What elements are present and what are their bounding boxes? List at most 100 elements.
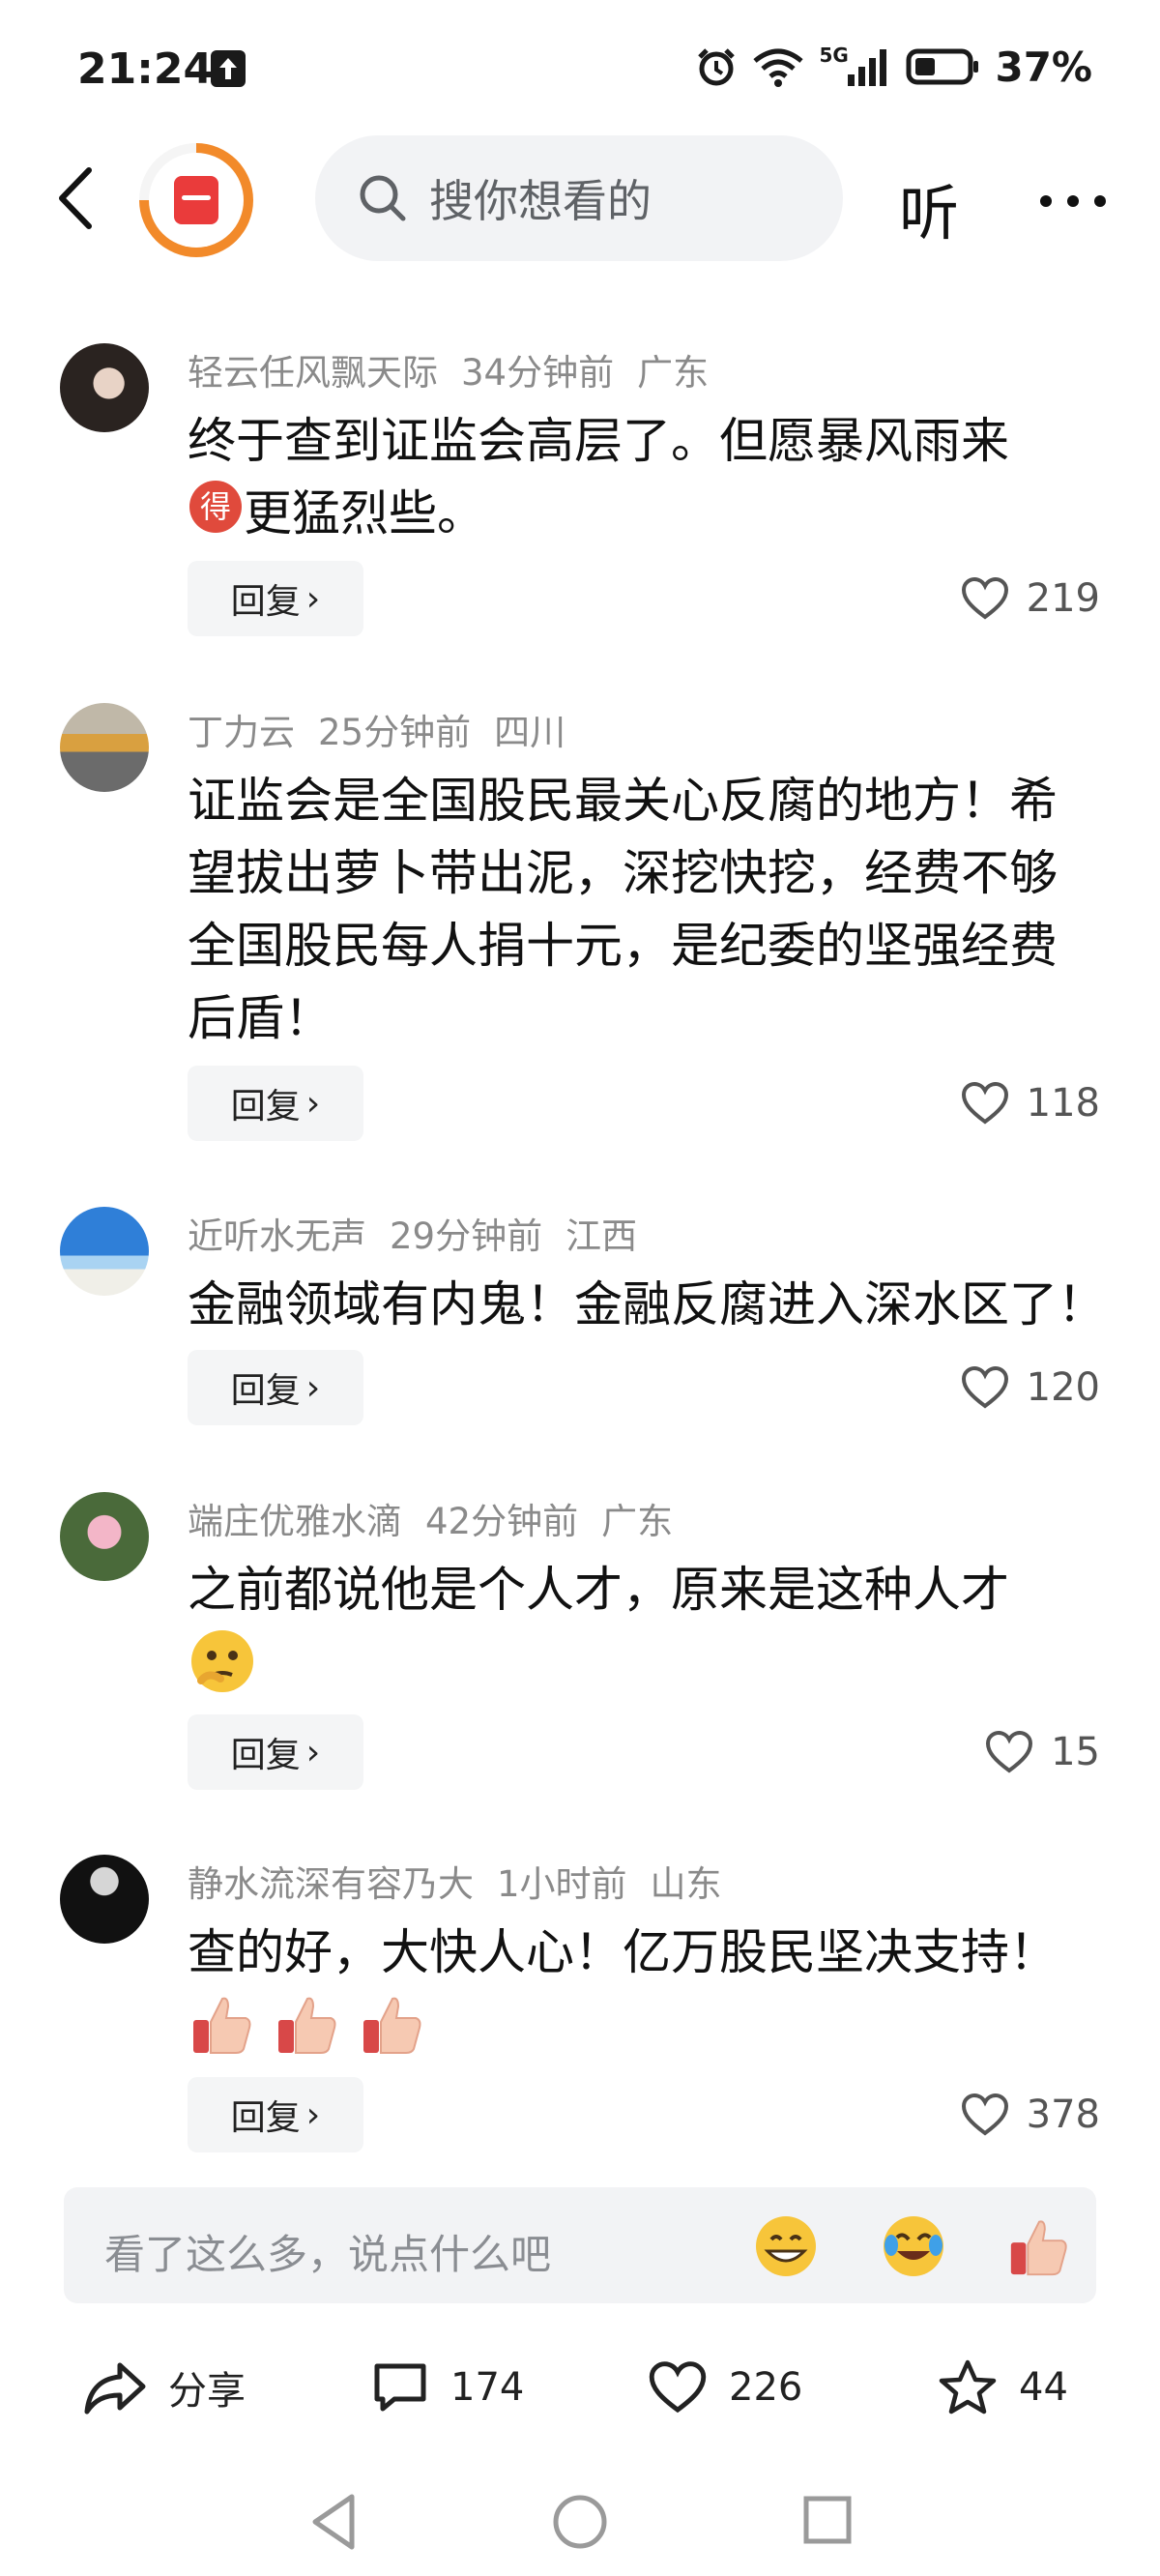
back-button[interactable] [48, 164, 106, 232]
more-dots-icon [1040, 195, 1106, 207]
de-emoji-icon: 得 [188, 479, 244, 555]
comment-bubble-icon [374, 2363, 426, 2412]
search-icon [360, 175, 406, 221]
comment-time: 42分钟前 [425, 1501, 579, 1542]
reply-button[interactable]: 回复 › [188, 2077, 363, 2152]
comment-count-button[interactable]: 174 [371, 2354, 524, 2421]
chevron-right-icon: › [305, 1083, 321, 1124]
grin-emoji-button[interactable] [752, 2212, 820, 2280]
like-button[interactable]: 118 [961, 1066, 1100, 1141]
svg-text:得: 得 [200, 488, 231, 525]
system-nav-bar [0, 2472, 1160, 2576]
comment-location: 山东 [650, 1863, 722, 1905]
red-packet-icon [174, 176, 218, 224]
comment-item: 丁力云 25分钟前 四川 证监会是全国股民最关心反腐的地方！希 望拔出萝卜带出泥，深… [0, 703, 1160, 1148]
heart-icon [961, 2093, 1008, 2136]
thumbs-up-icon [1010, 2220, 1067, 2276]
like-button[interactable]: 219 [961, 561, 1100, 636]
avatar[interactable] [60, 1207, 149, 1296]
comment-input[interactable]: 看了这么多，说点什么吧 [64, 2187, 1096, 2303]
comment-text: 金融领域有内鬼！金融反腐进入深水区了！ [188, 1276, 1106, 1332]
nav-back-icon[interactable] [305, 2491, 363, 2553]
comment-time: 29分钟前 [390, 1215, 543, 1257]
comment-meta: 丁力云 25分钟前 四川 [188, 703, 589, 753]
nav-recent-apps-icon[interactable] [798, 2491, 856, 2549]
thumbs-up-emoji-icon [273, 1989, 342, 2079]
comment-item: 静水流深有容乃大 1小时前 山东 查的好，大快人心！亿万股民坚决支持！ 回复 › 37… [0, 1855, 1160, 2164]
comment-meta: 端庄优雅水滴 42分钟前 广东 [188, 1492, 696, 1542]
nav-home-icon[interactable] [549, 2491, 611, 2553]
like-count: 118 [1026, 1081, 1100, 1126]
like-button[interactable]: 378 [961, 2077, 1100, 2152]
top-nav: 搜你想看的 听 [0, 135, 1160, 261]
upload-icon [211, 50, 246, 87]
comment-item: 近听水无声 29分钟前 江西 金融领域有内鬼！金融反腐进入深水区了！ 回复 › 120 [0, 1207, 1160, 1439]
share-icon [84, 2362, 146, 2415]
thumbs-up-emoji-icon [188, 1989, 257, 2079]
reply-button[interactable]: 回复 › [188, 561, 363, 636]
more-button[interactable] [1039, 193, 1107, 207]
battery-percentage: 37% [995, 43, 1092, 91]
username[interactable]: 轻云任风飘天际 [188, 352, 438, 394]
chevron-right-icon: › [305, 578, 321, 619]
comment-time: 25分钟前 [318, 712, 472, 753]
username[interactable]: 静水流深有容乃大 [188, 1863, 474, 1905]
comment-text: 证监会是全国股民最关心反腐的地方！希 望拔出萝卜带出泥，深挖快挖，经费不够 全国… [188, 773, 1058, 1046]
heart-icon [649, 2361, 707, 2414]
chevron-right-icon: › [305, 2094, 321, 2135]
reply-button[interactable]: 回复 › [188, 1714, 363, 1790]
comment-text: 查的好，大快人心！亿万股民坚决支持！ [188, 1917, 1116, 2079]
laugh-cry-emoji-button[interactable] [880, 2212, 947, 2280]
thumbs-up-emoji-icon [358, 1989, 427, 2079]
chevron-right-icon: › [305, 1732, 321, 1772]
comment-meta: 轻云任风飘天际 34分钟前 广东 [188, 343, 732, 394]
like-count: 120 [1026, 1365, 1100, 1410]
share-button[interactable]: 分享 [83, 2354, 246, 2421]
avatar[interactable] [60, 703, 149, 792]
comment-text: 终于查到证监会高层了。但愿暴风雨来 得更猛烈些。 [188, 405, 1116, 555]
username[interactable]: 丁力云 [188, 712, 295, 753]
heart-icon [961, 1081, 1008, 1125]
avatar[interactable] [60, 343, 149, 432]
avatar[interactable] [60, 1492, 149, 1581]
listen-button[interactable]: 听 [899, 164, 959, 251]
chevron-right-icon: › [305, 1367, 321, 1408]
comment-location: 广东 [601, 1501, 674, 1542]
reply-button[interactable]: 回复 › [188, 1066, 363, 1141]
grinning-face-icon [756, 2216, 816, 2276]
reply-button[interactable]: 回复 › [188, 1350, 363, 1425]
comment-time: 34分钟前 [461, 352, 615, 394]
heart-icon [986, 1730, 1033, 1773]
battery-icon [906, 48, 979, 85]
heart-icon [961, 576, 1008, 620]
like-button[interactable]: 15 [985, 1714, 1100, 1790]
search-input[interactable]: 搜你想看的 [315, 135, 843, 261]
action-bar: 分享 174 226 44 [0, 2330, 1160, 2446]
cellular-signal-icon: 5G [819, 44, 892, 88]
status-time: 21:24 [77, 44, 214, 94]
like-button[interactable]: 120 [961, 1350, 1100, 1425]
avatar[interactable] [60, 1855, 149, 1944]
wifi-icon [753, 48, 804, 87]
heart-icon [961, 1365, 1008, 1409]
search-placeholder: 搜你想看的 [429, 175, 652, 227]
like-count: 15 [1051, 1730, 1100, 1774]
thinking-face-emoji-icon [188, 1626, 257, 1716]
app-logo[interactable] [139, 143, 253, 257]
comment-location: 江西 [566, 1215, 638, 1257]
comment-item: 轻云任风飘天际 34分钟前 广东 终于查到证监会高层了。但愿暴风雨来 得更猛烈些。 … [0, 343, 1160, 636]
username[interactable]: 近听水无声 [188, 1215, 366, 1257]
comment-location: 广东 [637, 352, 710, 394]
username[interactable]: 端庄优雅水滴 [188, 1501, 402, 1542]
favorite-button[interactable]: 44 [938, 2354, 1068, 2421]
comment-location: 四川 [494, 712, 566, 753]
thumbs-up-emoji-button[interactable] [1005, 2212, 1073, 2280]
like-count: 219 [1026, 576, 1100, 621]
comment-text: 之前都说他是个人才，原来是这种人才 [188, 1554, 1116, 1716]
alarm-icon [698, 48, 736, 86]
like-article-button[interactable]: 226 [648, 2354, 802, 2421]
like-count: 378 [1026, 2093, 1100, 2137]
star-icon [939, 2359, 997, 2415]
status-icons: 5G 37% [695, 43, 1092, 91]
rolling-laugh-icon [884, 2216, 943, 2276]
